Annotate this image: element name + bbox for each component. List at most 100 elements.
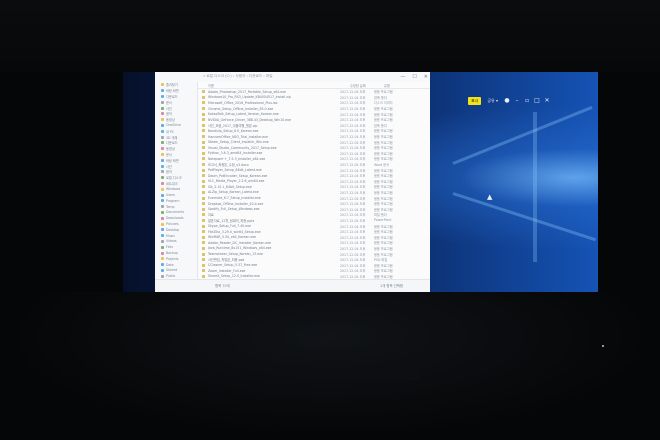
nav-item-label: 즐겨찾기 bbox=[166, 83, 178, 88]
file-name: Adobe_Photoshop_2017_Portable_Setup_x64.… bbox=[208, 89, 286, 94]
toolbar-badge[interactable]: 표시 bbox=[468, 96, 482, 105]
folder-icon bbox=[161, 216, 164, 220]
nav-item-label: 사진 bbox=[166, 164, 172, 169]
file-icon bbox=[202, 135, 205, 139]
file-icon bbox=[202, 274, 205, 278]
file-type: 응용 프로그램 bbox=[374, 263, 393, 268]
file-type: 응용 프로그램 bbox=[374, 196, 393, 201]
file-type: 압축 폴더 bbox=[374, 95, 387, 100]
nav-item-label: Desktop bbox=[166, 227, 180, 232]
file-name: Bandizip_Setup_6.0_Korean.exe bbox=[208, 128, 259, 133]
file-icon bbox=[202, 123, 205, 127]
file-type: 응용 프로그램 bbox=[374, 90, 393, 95]
address-path[interactable]: « 로컬 디스크 (C:) › 사용자 › 다운로드 › 파일 bbox=[203, 74, 273, 79]
minimize-icon[interactable]: – bbox=[514, 97, 520, 105]
file-date: 2017-12-04 오후 bbox=[340, 112, 366, 117]
nav-item-label: Program bbox=[166, 198, 180, 203]
file-type: 응용 프로그램 bbox=[374, 246, 393, 251]
file-name: Git_2.15.1_64bit_Setup.exe bbox=[208, 184, 252, 189]
file-type: 디스크 이미지 bbox=[374, 101, 393, 106]
nav-item-label: 로컬 디스크 bbox=[166, 176, 182, 181]
nav-item-label: 바탕 화면 bbox=[166, 89, 179, 94]
file-type: 응용 프로그램 bbox=[374, 269, 393, 274]
file-name: Teamviewer_Setup_Korean_13.exe bbox=[208, 252, 263, 257]
person-icon[interactable]: ● bbox=[504, 97, 510, 105]
file-icon bbox=[202, 218, 205, 222]
file-type: 응용 프로그램 bbox=[374, 112, 393, 117]
nav-item-label: 다운로드 bbox=[166, 94, 178, 99]
folder-icon bbox=[161, 239, 164, 243]
file-icon bbox=[202, 118, 205, 122]
folder-icon bbox=[161, 274, 164, 278]
status-item-count: 항목 70개 bbox=[215, 284, 230, 288]
window-minimize-button[interactable]: — bbox=[400, 73, 405, 81]
file-icon bbox=[202, 151, 205, 155]
file-type: PowerPoint bbox=[374, 218, 392, 223]
file-date: 2017-12-04 오후 bbox=[340, 107, 366, 112]
maximize-icon[interactable]: □ bbox=[534, 97, 540, 105]
file-icon bbox=[202, 107, 205, 111]
room-background-bottom bbox=[0, 292, 660, 440]
file-type: 응용 프로그램 bbox=[374, 241, 393, 246]
share-dropdown[interactable]: 공유 ▾ bbox=[485, 97, 500, 105]
folder-icon bbox=[161, 193, 164, 197]
file-date: 2017-12-04 오후 bbox=[340, 101, 366, 106]
nav-item-label: 문서 bbox=[166, 100, 172, 105]
file-icon bbox=[202, 146, 205, 150]
folder-icon bbox=[161, 199, 164, 203]
file-date: 2017-12-04 오후 bbox=[340, 230, 366, 235]
remote-toolbar: 표시 공유 ▾ ● – ▫ □ ✕ bbox=[468, 96, 550, 105]
nav-item-label: Videos bbox=[166, 239, 177, 244]
file-icon bbox=[202, 157, 205, 161]
column-name-header[interactable]: 이름 bbox=[198, 83, 350, 88]
wallpaper-light-beam bbox=[452, 105, 593, 165]
file-type: 응용 프로그램 bbox=[374, 185, 393, 190]
column-date-header[interactable]: 수정한 날짜 bbox=[350, 83, 384, 88]
column-type-header[interactable]: 유형 bbox=[384, 83, 408, 88]
file-icon bbox=[202, 190, 205, 194]
folder-icon bbox=[161, 118, 164, 122]
file-icon bbox=[202, 230, 205, 234]
file-icon bbox=[202, 129, 205, 133]
file-icon bbox=[202, 202, 205, 206]
folder-icon bbox=[161, 170, 164, 174]
column-header-row: 이름 수정한 날짜 유형 bbox=[198, 82, 430, 89]
file-date: 2017-12-04 오후 bbox=[340, 123, 366, 128]
file-name: Windows10_Pro_RS3_Update_KB4054517_Insta… bbox=[208, 95, 291, 100]
file-date: 2017-12-04 오후 bbox=[340, 246, 366, 251]
nav-item-label: Projects bbox=[166, 256, 179, 261]
file-type: 압축 폴더 bbox=[374, 123, 387, 128]
file-name: PotPlayer_Setup_64bit_Latest.exe bbox=[208, 168, 262, 173]
folder-icon bbox=[161, 94, 164, 98]
file-type: Word 문서 bbox=[374, 163, 390, 168]
file-date: 2017-12-04 오후 bbox=[340, 118, 366, 123]
file-icon bbox=[202, 246, 205, 250]
file-date: 2017-12-04 오후 bbox=[340, 224, 366, 229]
file-name: Skype_Setup_Full_7.40.exe bbox=[208, 224, 251, 229]
mouse-cursor-icon: ▲ bbox=[487, 193, 493, 201]
nav-item-label: 동영상 bbox=[166, 147, 175, 152]
file-date: 2017-12-04 오후 bbox=[340, 157, 366, 162]
monitor-screen: 표시 공유 ▾ ● – ▫ □ ✕ ▲ « 로컬 디스크 (C:) › 사용자 … bbox=[123, 72, 598, 292]
restore-icon[interactable]: ▫ bbox=[524, 97, 530, 105]
file-date: 2017-12-04 오후 bbox=[340, 135, 366, 140]
nav-item-label: 내 PC bbox=[166, 129, 175, 134]
folder-icon bbox=[161, 141, 164, 145]
folder-icon bbox=[161, 187, 164, 191]
window-close-button[interactable]: ✕ bbox=[424, 73, 428, 81]
file-type: 응용 프로그램 bbox=[374, 118, 393, 123]
close-icon[interactable]: ✕ bbox=[544, 97, 550, 105]
file-icon bbox=[202, 163, 205, 167]
window-maximize-button[interactable]: ☐ bbox=[412, 73, 416, 81]
file-icon bbox=[202, 95, 205, 99]
nav-item-label: OneDrive bbox=[166, 123, 181, 128]
nav-item-label: Data bbox=[166, 262, 174, 267]
nav-item-label: 음악 bbox=[166, 170, 172, 175]
file-icon bbox=[202, 224, 205, 228]
folder-icon bbox=[161, 176, 164, 180]
file-name: WinRAR_5.50_x64_Korean.exe bbox=[208, 235, 257, 240]
file-date: 2017-12-04 오후 bbox=[340, 269, 366, 274]
file-name: Java_Runtime_8u151_Windows_x64.exe bbox=[208, 246, 272, 251]
file-date: 2017-12-04 오후 bbox=[340, 151, 366, 156]
file-date: 2017-12-04 오후 bbox=[340, 202, 366, 207]
